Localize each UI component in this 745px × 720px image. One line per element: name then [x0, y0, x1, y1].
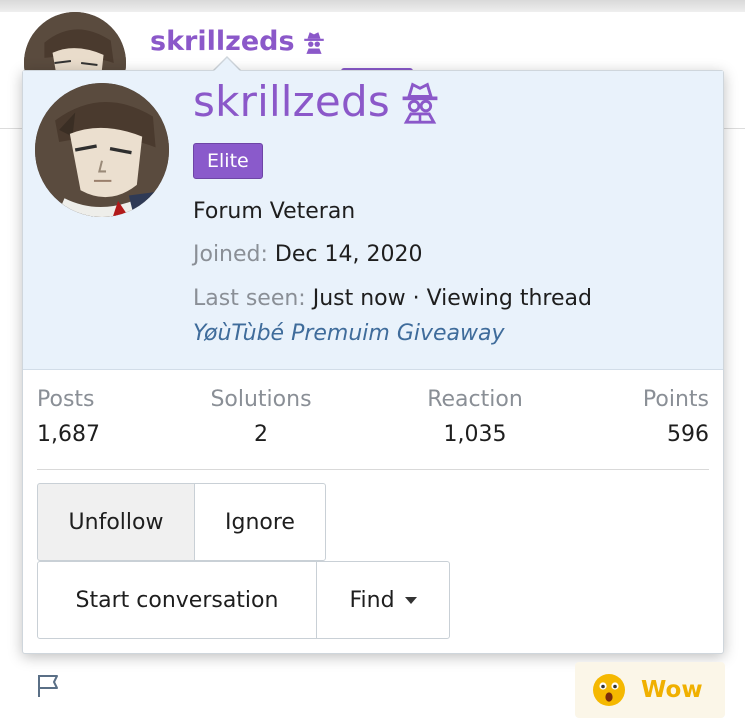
stat-value: 2	[254, 422, 268, 447]
last-seen-row: Last seen: Just now · Viewing thread	[193, 286, 592, 311]
joined-row: Joined: Dec 14, 2020	[193, 242, 422, 267]
user-badge-elite: Elite	[193, 143, 263, 179]
start-conversation-button[interactable]: Start conversation	[37, 561, 317, 639]
member-stats: Posts 1,687 Solutions 2 Reaction 1,035 P…	[37, 387, 709, 470]
unfollow-button[interactable]: Unfollow	[37, 483, 195, 561]
stat-points[interactable]: Points 596	[643, 387, 709, 447]
popup-header: skrillzeds Elite Forum Veteran Joined: D…	[23, 71, 723, 370]
joined-value: Dec 14, 2020	[274, 242, 423, 267]
stat-solutions[interactable]: Solutions 2	[205, 387, 317, 447]
ignore-button[interactable]: Ignore	[194, 483, 326, 561]
stat-label: Solutions	[210, 387, 312, 412]
joined-label: Joined:	[193, 242, 268, 267]
user-title: Forum Veteran	[193, 199, 356, 224]
popup-arrow	[213, 58, 241, 72]
flag-icon[interactable]	[34, 672, 62, 700]
wow-reaction-button[interactable]: Wow	[575, 662, 725, 718]
find-dropdown-button[interactable]: Find	[316, 561, 450, 639]
last-seen-label: Last seen:	[193, 286, 306, 311]
stat-label: Points	[642, 387, 709, 412]
member-tooltip-popup: skrillzeds Elite Forum Veteran Joined: D…	[22, 70, 724, 654]
stat-value: 596	[667, 422, 709, 447]
stat-reaction[interactable]: Reaction 1,035	[419, 387, 531, 447]
popup-avatar[interactable]	[35, 83, 169, 217]
wow-emoji-icon	[593, 674, 625, 706]
stat-value: 1,035	[443, 422, 507, 447]
stat-label: Reaction	[427, 387, 523, 412]
stat-posts[interactable]: Posts 1,687	[37, 387, 100, 447]
stat-value: 1,687	[37, 422, 100, 447]
viewing-thread-link[interactable]: YøùTùbé Premuim Giveaway	[193, 321, 505, 346]
find-label: Find	[349, 587, 395, 613]
spy-icon	[303, 31, 324, 54]
popup-username[interactable]: skrillzeds	[193, 77, 442, 126]
chevron-down-icon	[404, 596, 417, 604]
wow-reaction-label: Wow	[641, 677, 703, 703]
last-seen-value: Just now · Viewing thread	[312, 286, 592, 311]
background-username[interactable]: skrillzeds	[150, 26, 327, 57]
avatar-illustration	[35, 83, 169, 217]
spy-icon	[402, 81, 438, 124]
background-username-text[interactable]: skrillzeds	[150, 26, 295, 57]
popup-username-text[interactable]: skrillzeds	[193, 77, 390, 126]
stat-label: Posts	[37, 387, 95, 412]
